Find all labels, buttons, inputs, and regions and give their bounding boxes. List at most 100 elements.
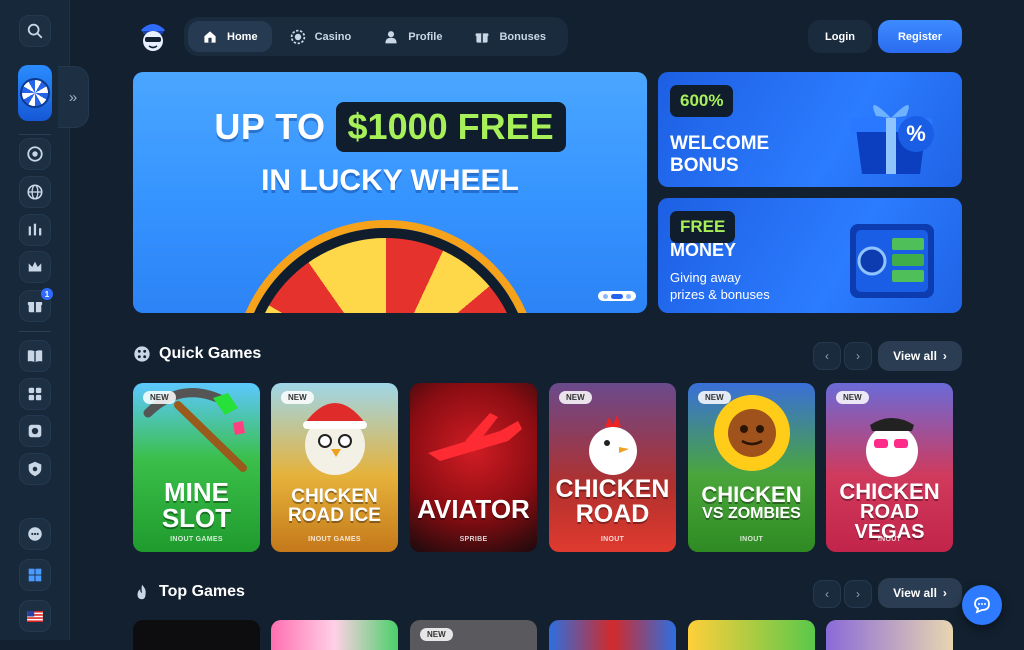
top-games-next[interactable]: › [844,580,872,608]
hero-headline: UP TO $1000 FREE [133,102,647,152]
game-tile-chicken-vs-zombies[interactable]: NEW CHICKEN VS ZOMBIES INOUT [688,383,815,552]
chip-icon[interactable] [19,138,51,170]
quick-games-next[interactable]: › [844,342,872,370]
promo-heading-1: WELCOME [670,133,770,154]
new-badge: NEW [836,391,869,404]
search-icon[interactable] [19,15,51,47]
new-badge: NEW [281,391,314,404]
nav-bonuses-label: Bonuses [499,30,546,43]
chevron-right-icon: › [942,349,947,363]
game-tile-chicken-road[interactable]: NEW CHICKEN ROAD INOUT [549,383,676,552]
dice-icon [134,346,150,362]
view-all-label: View all [893,349,937,363]
plane-icon [428,413,522,461]
top-game-tile[interactable] [688,620,815,650]
book-icon[interactable] [19,340,51,372]
nav-casino[interactable]: Casino [276,21,366,52]
promo-welcome-bonus[interactable]: 600% WELCOME BONUS % [658,72,962,187]
game-name-line-1: CHICKEN [839,479,940,504]
gift-box-percent-icon: % [850,104,934,174]
promo-heading-2: BONUS [670,155,739,176]
top-game-tile[interactable] [133,620,260,650]
promo-sub: Giving away prizes & bonuses [670,269,770,303]
top-games-label: Top Games [159,583,245,600]
game-name-line-2: VS ZOMBIES [702,505,801,522]
game-provider: INOUT [739,536,764,543]
new-badge: NEW [420,628,453,641]
game-provider: SPRIBE [459,536,488,543]
hero-banner[interactable]: UP TO $1000 FREE IN LUCKY WHEEL ‹ › [133,72,647,313]
chat-support-button[interactable] [962,585,1002,625]
hero-line1-b: $1000 FREE [335,102,566,152]
sidebar-expand-button[interactable]: » [58,66,89,128]
game-provider: INOUT GAMES [170,536,223,543]
money-safe-icon [850,224,934,298]
game-tile-chicken-road-vegas[interactable]: NEW CHICKEN ROAD VEGAS INOUT [826,383,953,552]
game-name-line-1: CHICKEN [701,482,802,507]
windows-icon[interactable] [19,559,51,591]
sidebar-divider [19,331,51,332]
login-button[interactable]: Login [808,20,872,53]
hero-line1-a: UP TO [214,106,326,147]
chat-bubble-icon [974,597,990,614]
game-name-line-2: ROAD [575,500,650,528]
shield-icon[interactable] [19,453,51,485]
top-games-view-all[interactable]: View all › [878,578,962,608]
game-name-line-2: ROAD ICE [288,505,381,526]
game-name-line-2: SLOT [161,503,232,533]
new-badge: NEW [143,391,176,404]
quick-games-label: Quick Games [159,345,262,362]
crown-icon[interactable] [19,251,51,283]
new-badge: NEW [559,391,592,404]
top-game-tile[interactable] [826,620,953,650]
user-icon [385,30,397,43]
new-badge: NEW [698,391,731,404]
top-game-tile[interactable] [549,620,676,650]
fire-icon [137,584,146,600]
quick-games-prev[interactable]: ‹ [813,342,841,370]
lucky-wheel-image [241,228,531,313]
svg-text:%: % [906,121,926,146]
game-name-line-1: CHICKEN [291,486,378,507]
game-name-line-1: CHICKEN [555,475,670,503]
nav-home[interactable]: Home [188,21,272,52]
sidebar-divider [19,134,51,135]
top-game-tile[interactable] [271,620,398,650]
flag-us-icon[interactable] [19,600,51,632]
vault-icon[interactable] [19,415,51,447]
game-name-line-1: MINE [164,477,229,507]
quick-games-view-all[interactable]: View all › [878,341,962,371]
game-tile-aviator[interactable]: AVIATOR SPRIBE [410,383,537,552]
sidebar: » 1 [0,0,89,640]
game-tile-chicken-road-ice[interactable]: NEW CHICKEN ROAD ICE INOUT GAMES [271,383,398,552]
home-icon [204,30,216,43]
quick-games-title: Quick Games [133,345,261,363]
chip-icon [290,29,305,44]
top-game-tile[interactable]: NEW [410,620,537,650]
top-games-prev[interactable]: ‹ [813,580,841,608]
nav-profile[interactable]: Profile [369,21,456,52]
support-chat-icon[interactable] [19,518,51,550]
promo-sub-line-2: prizes & bonuses [670,287,770,302]
gift-icon[interactable]: 1 [19,288,53,322]
game-provider: INOUT [877,536,902,543]
promo-sub-line-1: Giving away [670,270,741,285]
promo-free-money[interactable]: FREE MONEY Giving away prizes & bonuses [658,198,962,313]
game-name-line-1: AVIATOR [417,494,530,524]
site-logo[interactable] [135,18,171,54]
chevron-right-icon: › [942,586,947,600]
register-button[interactable]: Register [878,20,962,53]
nav-bonuses[interactable]: Bonuses [460,21,559,52]
nav-profile-label: Profile [408,30,443,43]
lucky-wheel-icon[interactable] [18,65,52,121]
gift-badge: 1 [41,288,53,300]
promo-tag: 600% [670,85,734,117]
nav-home-label: Home [227,30,258,43]
gift-icon [476,32,489,43]
game-tile-mine-slot[interactable]: NEW MINE SLOT INOUT GAMES [133,383,260,552]
view-all-label: View all [893,586,937,600]
hero-pagination[interactable] [598,291,636,301]
globe-icon[interactable] [19,176,51,208]
sports-icon[interactable] [19,214,51,246]
games-icon[interactable] [19,378,51,410]
